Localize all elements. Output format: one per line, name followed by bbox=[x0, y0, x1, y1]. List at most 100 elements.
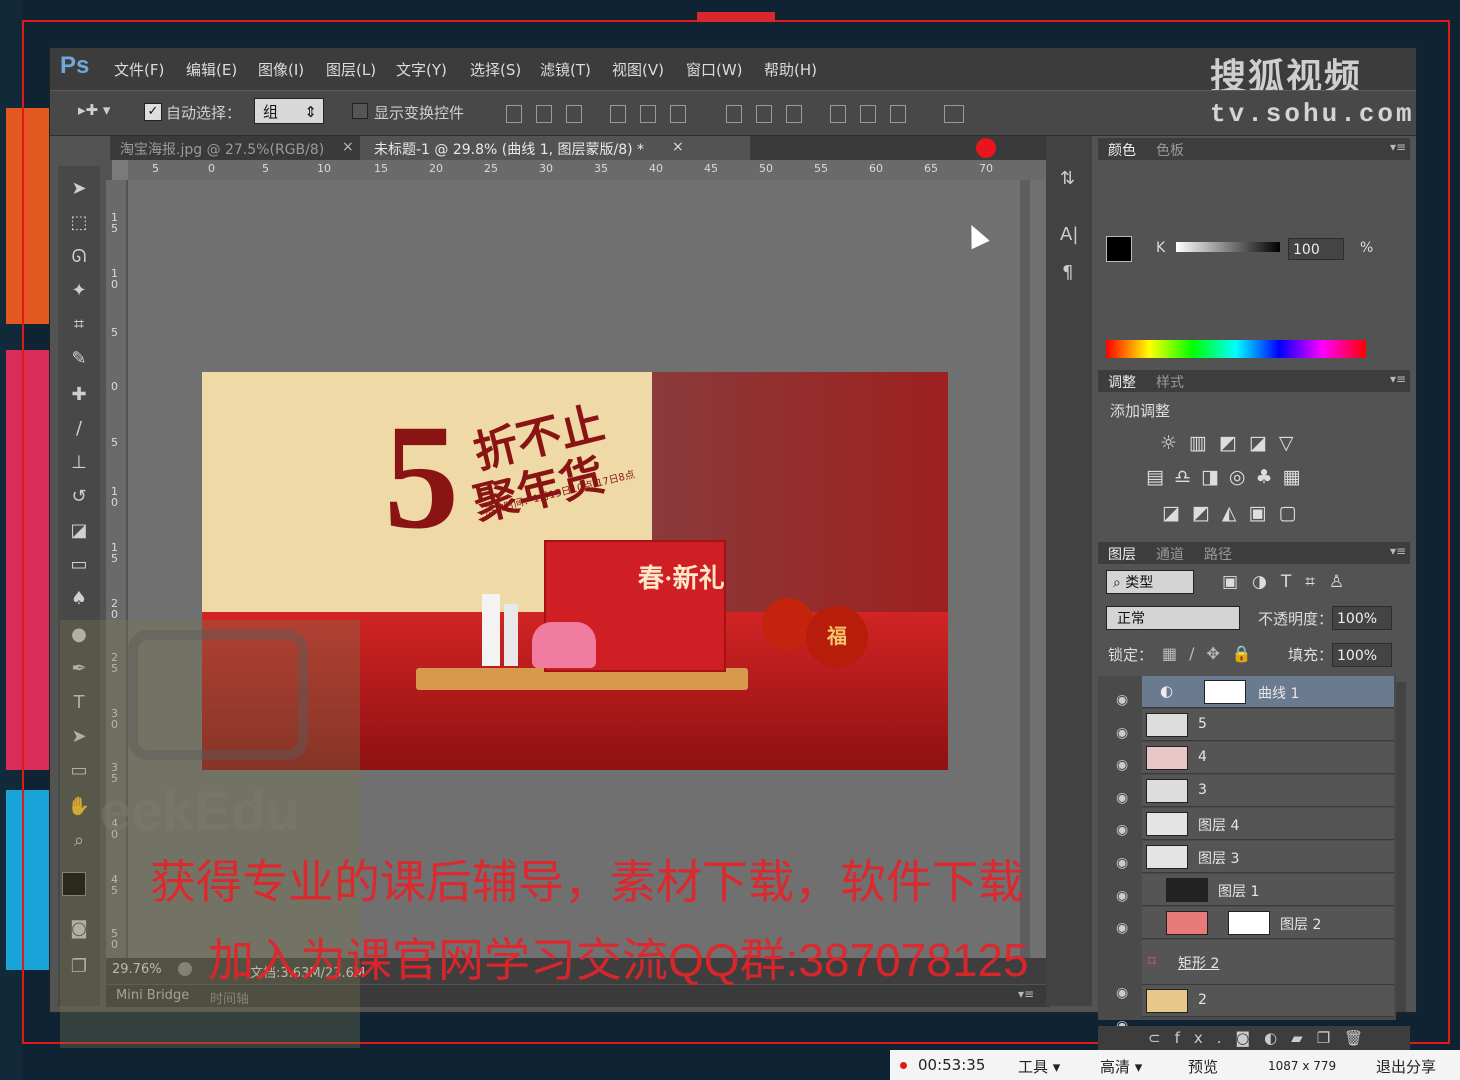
align-bottom-icon[interactable] bbox=[566, 105, 582, 123]
document-tabs: 淘宝海报.jpg @ 27.5%(RGB/8) × 未标题-1 @ 29.8% … bbox=[110, 136, 1050, 160]
banner-glove bbox=[532, 622, 596, 668]
move-tool-icon[interactable]: ▸✚ ▾ bbox=[78, 101, 110, 119]
menu-select[interactable]: 选择(S) bbox=[470, 59, 521, 80]
layer-row[interactable]: 2 bbox=[1142, 985, 1394, 1017]
distribute-right-icon[interactable] bbox=[890, 105, 906, 123]
paragraph-panel-icon[interactable]: ¶ bbox=[1062, 262, 1073, 283]
distribute-hcenter-icon[interactable] bbox=[860, 105, 876, 123]
layer-row[interactable]: ⌑ 矩形 2 bbox=[1142, 940, 1394, 985]
fill-input[interactable]: 100% bbox=[1332, 643, 1392, 667]
canvas-scrollbar[interactable] bbox=[1020, 180, 1030, 960]
adjust-icons-row2[interactable]: ▤♎◨◎♣▦ bbox=[1146, 466, 1311, 488]
move-tool-icon[interactable]: ➤ bbox=[66, 176, 92, 202]
menu-image[interactable]: 图像(I) bbox=[258, 59, 304, 80]
close-icon[interactable]: × bbox=[342, 139, 354, 155]
tab-untitled-1[interactable]: 未标题-1 @ 29.8% (曲线 1, 图层蒙版/8) * bbox=[374, 139, 644, 159]
blend-mode-dropdown[interactable]: 正常 bbox=[1106, 606, 1240, 630]
character-panel-icon[interactable]: A| bbox=[1060, 224, 1078, 245]
menu-file[interactable]: 文件(F) bbox=[114, 59, 164, 80]
eyedropper-icon[interactable]: ✎ bbox=[66, 346, 92, 372]
share-taskbar: 00:53:35 工具 ▾ 高清 ▾ 预览 1087 x 779 退出分享 bbox=[890, 1050, 1460, 1080]
auto-select-checkbox[interactable]: ✓ bbox=[144, 103, 162, 121]
lasso-tool-icon[interactable]: ᘏ bbox=[66, 244, 92, 270]
align-top-icon[interactable] bbox=[506, 105, 522, 123]
layer-name: 图层 1 bbox=[1218, 884, 1260, 900]
menu-edit[interactable]: 编辑(E) bbox=[186, 59, 237, 80]
layer-row[interactable]: 5 bbox=[1142, 709, 1394, 741]
align-hcenter-icon[interactable] bbox=[640, 105, 656, 123]
tab-styles[interactable]: 样式 bbox=[1156, 372, 1184, 392]
k-value-input[interactable]: 100 bbox=[1288, 238, 1344, 260]
ruler-tick: 25 bbox=[484, 162, 498, 175]
healing-brush-icon[interactable]: ✚ bbox=[66, 382, 92, 408]
layer-row[interactable]: 图层 3 bbox=[1142, 841, 1394, 873]
stamp-tool-icon[interactable]: ⊥ bbox=[66, 450, 92, 476]
align-vcenter-icon[interactable] bbox=[536, 105, 552, 123]
layer-row[interactable]: 图层 4 bbox=[1142, 808, 1394, 840]
layer-footer-icons[interactable]: ⊂fx.◙◐▰❐🗑 bbox=[1148, 1029, 1377, 1047]
menu-window[interactable]: 窗口(W) bbox=[686, 59, 743, 80]
tab-taobao-poster[interactable]: 淘宝海报.jpg @ 27.5%(RGB/8) bbox=[120, 139, 324, 159]
layer-row[interactable]: ◐ 曲线 1 bbox=[1142, 676, 1394, 708]
close-icon[interactable]: × bbox=[672, 139, 684, 155]
panel-menu-icon[interactable]: ▾≡ bbox=[1390, 544, 1406, 558]
menu-layer[interactable]: 图层(L) bbox=[326, 59, 376, 80]
exit-share-button[interactable]: 退出分享 bbox=[1376, 1056, 1436, 1077]
layer-row[interactable]: 图层 2 bbox=[1142, 907, 1394, 939]
history-panel-icon[interactable]: ⇅ bbox=[1060, 168, 1075, 189]
magic-wand-icon[interactable]: ✦ bbox=[66, 278, 92, 304]
layer-row[interactable]: 4 bbox=[1142, 742, 1394, 774]
eraser-tool-icon[interactable]: ◪ bbox=[66, 518, 92, 544]
layers-scrollbar[interactable] bbox=[1396, 682, 1406, 1012]
tab-swatches[interactable]: 色板 bbox=[1156, 140, 1184, 160]
preview-button[interactable]: 预览 bbox=[1188, 1056, 1218, 1077]
crop-tool-icon[interactable]: ⌗ bbox=[66, 312, 92, 338]
ruler-corner bbox=[112, 160, 128, 180]
ruler-tick: 35 bbox=[594, 162, 608, 175]
menu-view[interactable]: 视图(V) bbox=[612, 59, 664, 80]
menu-type[interactable]: 文字(Y) bbox=[396, 59, 447, 80]
history-brush-icon[interactable]: ↺ bbox=[66, 484, 92, 510]
menu-help[interactable]: 帮助(H) bbox=[764, 59, 817, 80]
k-slider[interactable] bbox=[1176, 242, 1280, 252]
tab-adjustments[interactable]: 调整 bbox=[1108, 372, 1136, 392]
panel-menu-icon[interactable]: ▾≡ bbox=[1390, 372, 1406, 386]
layer-filter-icons[interactable]: ▣◑T⌗♙ bbox=[1222, 572, 1358, 592]
color-spectrum[interactable] bbox=[1106, 340, 1366, 358]
layer-row[interactable]: 图层 1 bbox=[1142, 874, 1394, 906]
tab-color[interactable]: 颜色 bbox=[1108, 140, 1136, 160]
align-left-icon[interactable] bbox=[610, 105, 626, 123]
panel-menu-icon[interactable]: ▾≡ bbox=[1390, 140, 1406, 154]
channel-label: K bbox=[1156, 240, 1166, 256]
brush-tool-icon[interactable]: ∕ bbox=[66, 416, 92, 442]
layer-filter-dropdown[interactable]: ⌕ 类型 bbox=[1106, 570, 1194, 594]
distribute-vcenter-icon[interactable] bbox=[756, 105, 772, 123]
tools-menu[interactable]: 工具 ▾ bbox=[1018, 1056, 1060, 1077]
lock-icons[interactable]: ▦∕✥🔒 bbox=[1162, 644, 1264, 663]
layer-row[interactable]: 3 bbox=[1142, 775, 1394, 807]
blur-tool-icon[interactable]: ♠ bbox=[66, 586, 92, 612]
tab-channels[interactable]: 通道 bbox=[1156, 544, 1184, 564]
align-right-icon[interactable] bbox=[670, 105, 686, 123]
show-transform-checkbox[interactable] bbox=[352, 103, 368, 119]
auto-align-icon[interactable] bbox=[944, 105, 964, 123]
distribute-left-icon[interactable] bbox=[830, 105, 846, 123]
marquee-tool-icon[interactable]: ⬚ bbox=[66, 210, 92, 236]
ruler-tick: 45 bbox=[704, 162, 718, 175]
opacity-input[interactable]: 100% bbox=[1332, 606, 1392, 630]
ruler-tick: 0 bbox=[208, 162, 215, 175]
auto-select-dropdown[interactable]: 组 ⇕ bbox=[254, 98, 324, 124]
fx-icon[interactable]: fx. bbox=[1175, 1029, 1236, 1047]
tab-paths[interactable]: 路径 bbox=[1204, 544, 1232, 564]
tab-layers[interactable]: 图层 bbox=[1108, 544, 1136, 564]
distribute-bottom-icon[interactable] bbox=[786, 105, 802, 123]
adjust-icons-row3[interactable]: ◪◩◭▣▢ bbox=[1162, 502, 1308, 524]
visibility-eye-icons[interactable]: ◉◉◉◉◉◉◉◉◉◉ bbox=[1116, 684, 1136, 1043]
adjust-icons-row1[interactable]: ☼▥◩◪▽ bbox=[1160, 432, 1306, 454]
gradient-tool-icon[interactable]: ▭ bbox=[66, 552, 92, 578]
recording-dot bbox=[976, 138, 996, 158]
menu-filter[interactable]: 滤镜(T) bbox=[540, 59, 591, 80]
distribute-top-icon[interactable] bbox=[726, 105, 742, 123]
color-fg-swatch[interactable] bbox=[1106, 236, 1132, 262]
quality-menu[interactable]: 高清 ▾ bbox=[1100, 1056, 1142, 1077]
